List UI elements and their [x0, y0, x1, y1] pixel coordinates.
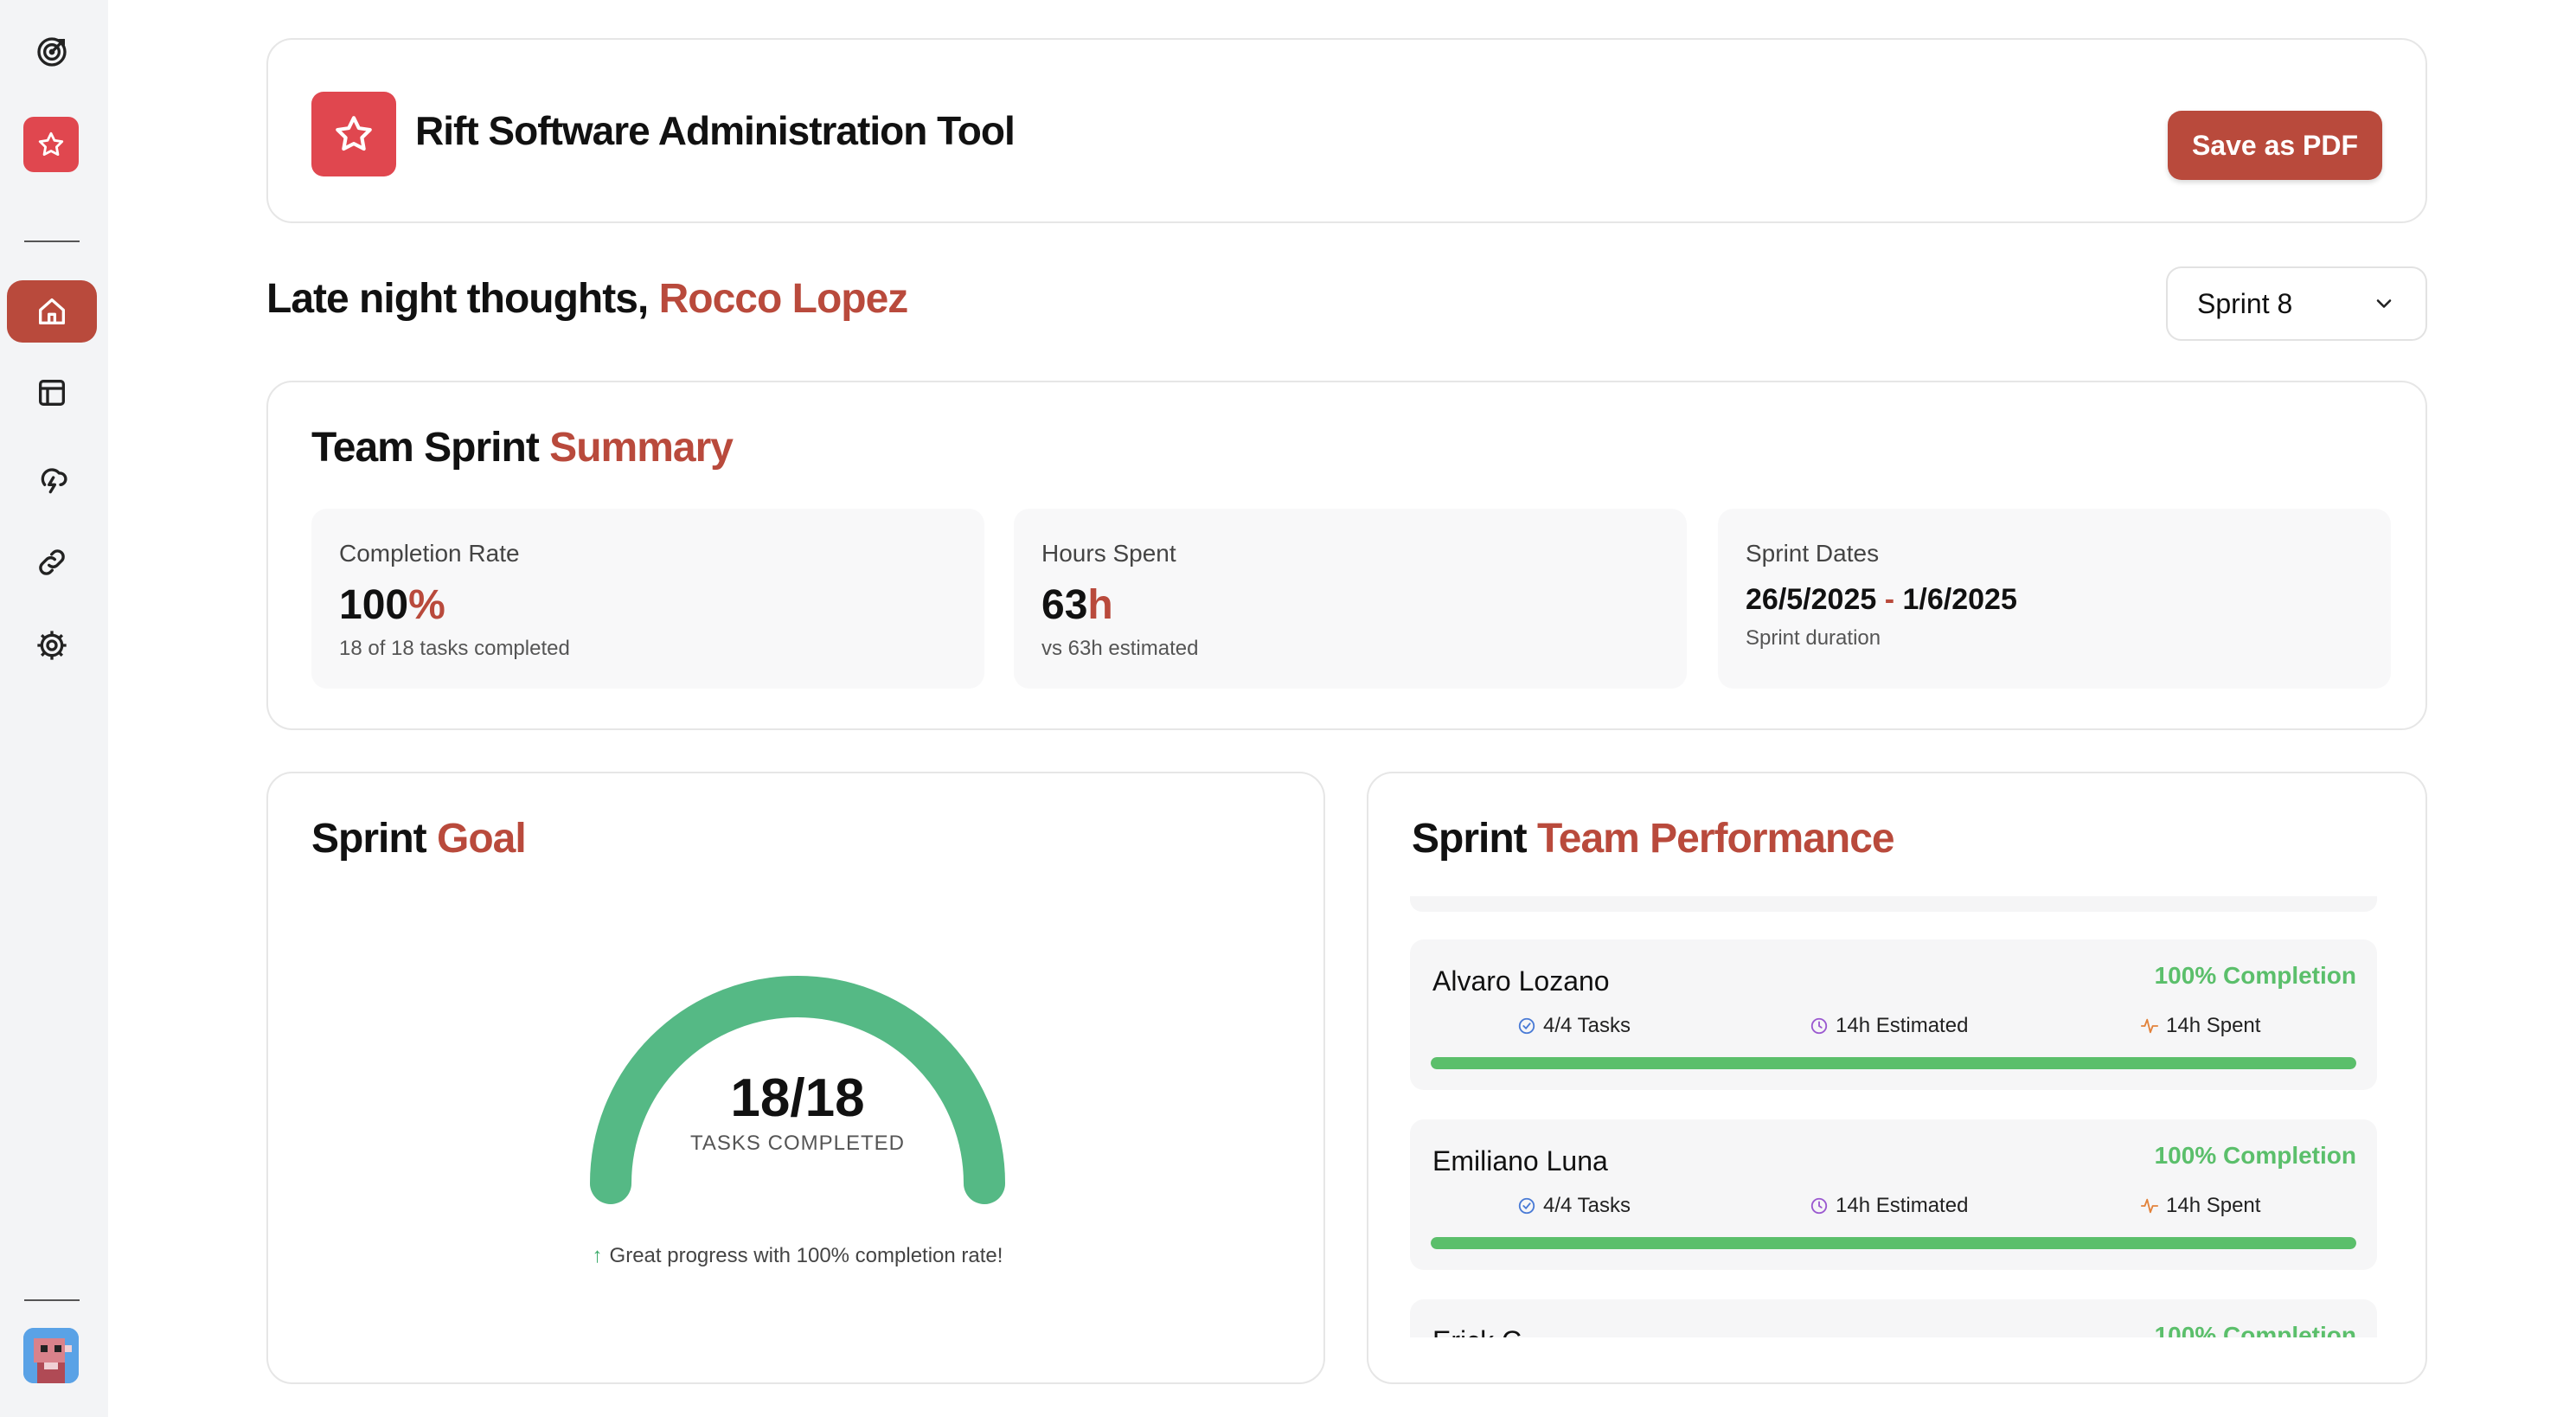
- hours-spent-unit: h: [1087, 582, 1113, 628]
- team-member-row[interactable]: Erick C 100% Completion: [1410, 1299, 2377, 1337]
- star-icon: [311, 92, 396, 176]
- goal-note: ↑ Great progress with 100% completion rat…: [268, 1244, 1327, 1268]
- tasks-completed-label: TASKS COMPLETED: [690, 1132, 905, 1155]
- goal-note-text: Great progress with 100% completion rate…: [609, 1244, 1003, 1267]
- member-completion: 100% Completion: [2154, 1142, 2356, 1169]
- avatar[interactable]: [23, 1328, 79, 1383]
- member-estimated: 14h Estimated: [1810, 1014, 1968, 1038]
- member-progress-bar: [1431, 1237, 2356, 1249]
- save-as-pdf-button[interactable]: Save as PDF: [2168, 111, 2382, 180]
- sprint-dates-stat: Sprint Dates 26/5/2025 - 1/6/2025 Sprint…: [1718, 509, 2391, 689]
- team-performance-title-accent: Team Performance: [1537, 816, 1895, 862]
- member-tasks: 4/4 Tasks: [1517, 1194, 1631, 1218]
- home-icon[interactable]: [7, 280, 97, 343]
- link-icon[interactable]: [7, 531, 97, 593]
- activity-icon: [2140, 1198, 2159, 1214]
- member-tasks-text: 4/4 Tasks: [1543, 1194, 1631, 1217]
- member-spent-text: 14h Spent: [2166, 1014, 2261, 1037]
- member-progress-bar: [1431, 1057, 2356, 1069]
- sprint-dates-value: 26/5/2025 - 1/6/2025: [1746, 583, 2017, 617]
- clock-icon: [1810, 1197, 1828, 1215]
- target-icon[interactable]: [7, 21, 97, 83]
- user-name: Rocco Lopez: [658, 276, 909, 322]
- member-spent-text: 14h Spent: [2166, 1194, 2261, 1217]
- sprint-goal-card: Sprint Goal 18/18 TASKS COMPLETED ↑ Great…: [266, 772, 1325, 1384]
- member-name: Alvaro Lozano: [1432, 965, 1610, 997]
- member-progress-fill: [1431, 1237, 2356, 1249]
- sprint-goal-title: Sprint Goal: [311, 815, 527, 862]
- member-spent: 14h Spent: [2140, 1014, 2260, 1038]
- sprint-end-date: 1/6/2025: [1902, 583, 2017, 616]
- app-title: Rift Software Administration Tool: [415, 108, 1016, 153]
- completion-rate-unit: %: [408, 582, 445, 628]
- sidebar-divider: [24, 240, 80, 242]
- team-member-row[interactable]: Emiliano Luna 100% Completion 4/4 Tasks …: [1410, 1119, 2377, 1270]
- greeting-prefix: Late night thoughts,: [266, 276, 649, 322]
- sprint-start-date: 26/5/2025: [1746, 583, 1877, 616]
- table-icon[interactable]: [7, 362, 97, 424]
- sidebar: [0, 0, 108, 1417]
- member-estimated-text: 14h Estimated: [1836, 1014, 1969, 1037]
- clock-icon: [1810, 1017, 1828, 1035]
- settings-icon[interactable]: [7, 614, 97, 676]
- star-icon[interactable]: [23, 117, 79, 172]
- activity-icon: [2140, 1018, 2159, 1034]
- completion-rate-label: Completion Rate: [339, 540, 520, 567]
- member-name: Erick C: [1432, 1325, 1522, 1337]
- check-circle-icon: [1518, 1197, 1535, 1215]
- completion-rate-sub: 18 of 18 tasks completed: [339, 637, 570, 660]
- cloud-lightning-icon[interactable]: [7, 446, 97, 509]
- list-item-partial: [1410, 896, 2377, 912]
- team-performance-title: Sprint Team Performance: [1412, 815, 1895, 862]
- member-tasks-text: 4/4 Tasks: [1543, 1014, 1631, 1037]
- team-member-list[interactable]: Alvaro Lozano 100% Completion 4/4 Tasks …: [1410, 896, 2377, 1337]
- sprint-goal-title-plain: Sprint: [311, 816, 427, 862]
- team-performance-title-plain: Sprint: [1412, 816, 1528, 862]
- hours-spent-value: 63h: [1041, 581, 1113, 629]
- hours-spent-label: Hours Spent: [1041, 540, 1176, 567]
- sprint-select-value: Sprint 8: [2197, 287, 2293, 319]
- hours-spent-number: 63: [1041, 582, 1088, 628]
- check-circle-icon: [1518, 1017, 1535, 1035]
- member-estimated-text: 14h Estimated: [1836, 1194, 1969, 1217]
- summary-title-plain: Team Sprint: [311, 425, 540, 471]
- summary-title-accent: Summary: [549, 425, 734, 471]
- tasks-completed-count: 18/18: [730, 1068, 865, 1128]
- sprint-dates-separator: -: [1884, 583, 1895, 616]
- arrow-up-icon: ↑: [592, 1244, 603, 1267]
- sidebar-divider: [24, 1299, 80, 1301]
- completion-rate-number: 100: [339, 582, 409, 628]
- greeting: Late night thoughts, Rocco Lopez: [266, 275, 909, 323]
- member-progress-fill: [1431, 1057, 2356, 1069]
- completion-rate-value: 100%: [339, 581, 445, 629]
- member-completion: 100% Completion: [2154, 962, 2356, 989]
- sprint-goal-title-accent: Goal: [437, 816, 527, 862]
- member-spent: 14h Spent: [2140, 1194, 2260, 1218]
- completion-rate-stat: Completion Rate 100% 18 of 18 tasks comp…: [311, 509, 984, 689]
- member-name: Emiliano Luna: [1432, 1145, 1608, 1177]
- team-sprint-summary-card: Team Sprint Summary Completion Rate 100%…: [266, 381, 2427, 730]
- chevron-down-icon: [2376, 299, 2392, 308]
- sprint-dates-sub: Sprint duration: [1746, 626, 1881, 650]
- sprint-select[interactable]: Sprint 8: [2166, 266, 2427, 341]
- team-member-row[interactable]: Alvaro Lozano 100% Completion 4/4 Tasks …: [1410, 939, 2377, 1090]
- sprint-dates-label: Sprint Dates: [1746, 540, 1880, 567]
- member-tasks: 4/4 Tasks: [1517, 1014, 1631, 1038]
- hours-spent-sub: vs 63h estimated: [1041, 637, 1199, 660]
- sprint-team-performance-card: Sprint Team Performance Alvaro Lozano 10…: [1367, 772, 2427, 1384]
- member-completion: 100% Completion: [2154, 1322, 2356, 1337]
- member-estimated: 14h Estimated: [1810, 1194, 1968, 1218]
- hours-spent-stat: Hours Spent 63h vs 63h estimated: [1014, 509, 1687, 689]
- summary-title: Team Sprint Summary: [311, 424, 734, 471]
- header-card: Rift Software Administration Tool Save a…: [266, 38, 2427, 223]
